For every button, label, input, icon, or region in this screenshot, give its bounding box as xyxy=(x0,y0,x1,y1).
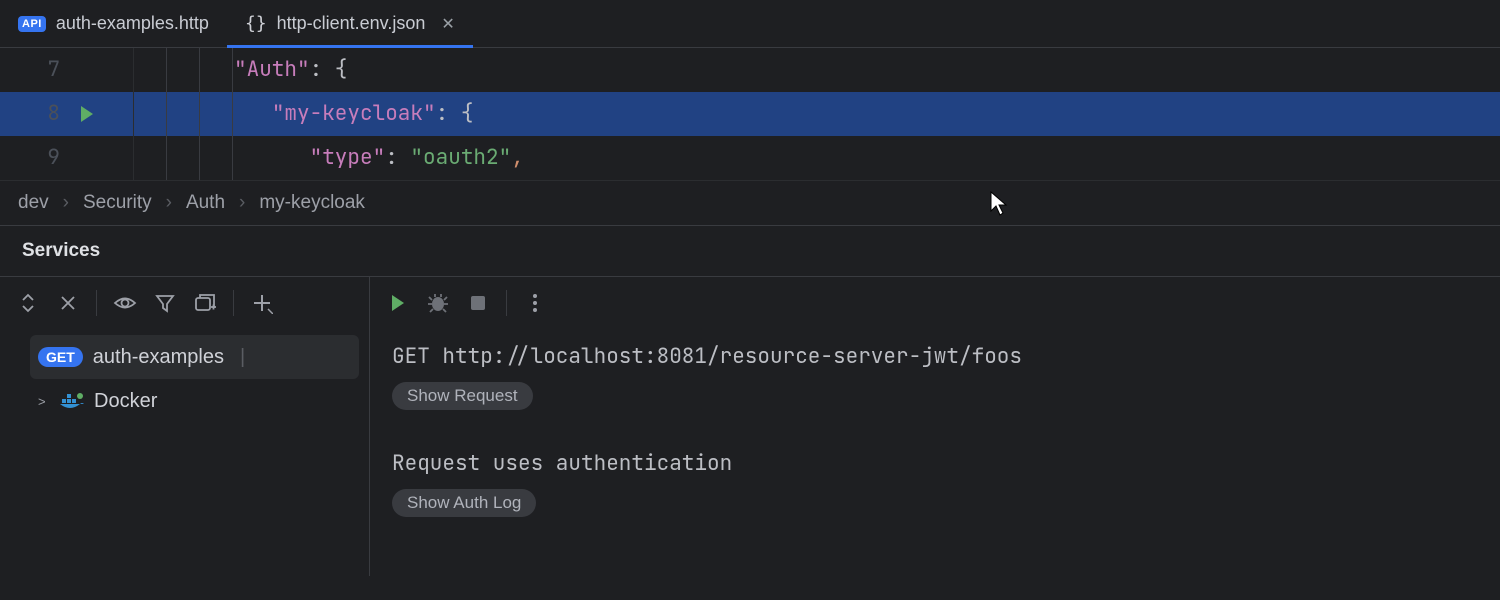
services-detail-pane: GET http://localhost:8081/resource-serve… xyxy=(370,277,1500,576)
tab-label: http-client.env.json xyxy=(277,13,426,34)
http-method-badge: GET xyxy=(38,347,83,367)
docker-icon xyxy=(60,392,84,410)
tab-http-client-env[interactable]: {} http-client.env.json ✕ xyxy=(227,0,473,47)
line-number: 9 xyxy=(0,136,70,180)
run-gutter xyxy=(70,48,104,92)
stop-icon[interactable] xyxy=(466,291,490,315)
json-file-icon: {} xyxy=(245,13,267,34)
tab-label: auth-examples.http xyxy=(56,13,209,34)
add-icon[interactable] xyxy=(250,291,274,315)
tree-item-auth-examples[interactable]: GET auth-examples | xyxy=(30,335,359,379)
eye-icon[interactable] xyxy=(113,291,137,315)
breadcrumb-item[interactable]: Auth xyxy=(186,192,225,214)
more-icon[interactable] xyxy=(523,291,547,315)
services-panel-title: Services xyxy=(0,226,1500,276)
chevron-right-icon: › xyxy=(239,192,245,214)
run-gutter[interactable] xyxy=(70,92,104,136)
line-number: 7 xyxy=(0,48,70,92)
debug-icon[interactable] xyxy=(426,291,450,315)
chevron-right-icon: › xyxy=(63,192,69,214)
show-request-button[interactable]: Show Request xyxy=(392,382,533,410)
tree-item-docker[interactable]: > Docker xyxy=(30,379,359,423)
code-editor[interactable]: 7"Auth": {8 "my-keycloak": {9 "type": "o… xyxy=(0,48,1500,180)
code-content[interactable]: "Auth": { xyxy=(234,48,347,92)
code-content[interactable]: "type": "oauth2", xyxy=(234,136,524,180)
collapse-all-icon[interactable] xyxy=(56,291,80,315)
line-number: 8 xyxy=(0,92,70,136)
services-panel: GET auth-examples | > Docker xyxy=(0,276,1500,576)
tree-item-label: Docker xyxy=(94,390,157,413)
editor-line[interactable]: 9 "type": "oauth2", xyxy=(0,136,1500,180)
text-cursor: | xyxy=(240,346,245,369)
run-icon[interactable] xyxy=(81,106,93,122)
chevron-right-icon: › xyxy=(166,192,172,214)
services-tree: GET auth-examples | > Docker xyxy=(0,329,369,429)
show-auth-log-button[interactable]: Show Auth Log xyxy=(392,489,536,517)
breadcrumb-item[interactable]: dev xyxy=(18,192,49,214)
code-content[interactable]: "my-keycloak": { xyxy=(234,92,473,136)
group-icon[interactable] xyxy=(193,291,217,315)
filter-icon[interactable] xyxy=(153,291,177,315)
run-icon[interactable] xyxy=(386,291,410,315)
breadcrumb: dev › Security › Auth › my-keycloak xyxy=(0,180,1500,226)
services-run-toolbar xyxy=(370,277,1500,329)
services-tree-toolbar xyxy=(0,277,369,329)
tree-item-label: auth-examples xyxy=(93,346,224,369)
chevron-right-icon: > xyxy=(38,394,50,409)
tab-auth-examples[interactable]: API auth-examples.http xyxy=(0,0,227,47)
breadcrumb-item[interactable]: my-keycloak xyxy=(259,192,365,214)
run-gutter xyxy=(70,136,104,180)
close-tab-icon[interactable]: ✕ xyxy=(441,14,454,34)
services-tree-pane: GET auth-examples | > Docker xyxy=(0,277,370,576)
editor-line[interactable]: 8 "my-keycloak": { xyxy=(0,92,1500,136)
breadcrumb-item[interactable]: Security xyxy=(83,192,152,214)
auth-status-line: Request uses authentication xyxy=(370,410,1500,489)
mouse-cursor-icon xyxy=(990,191,1008,223)
editor-line[interactable]: 7 "Auth": { xyxy=(0,48,1500,92)
api-file-icon: API xyxy=(18,16,46,32)
request-line: GET http://localhost:8081/resource-serve… xyxy=(370,329,1500,382)
expand-collapse-icon[interactable] xyxy=(16,291,40,315)
editor-tabbar: API auth-examples.http {} http-client.en… xyxy=(0,0,1500,48)
